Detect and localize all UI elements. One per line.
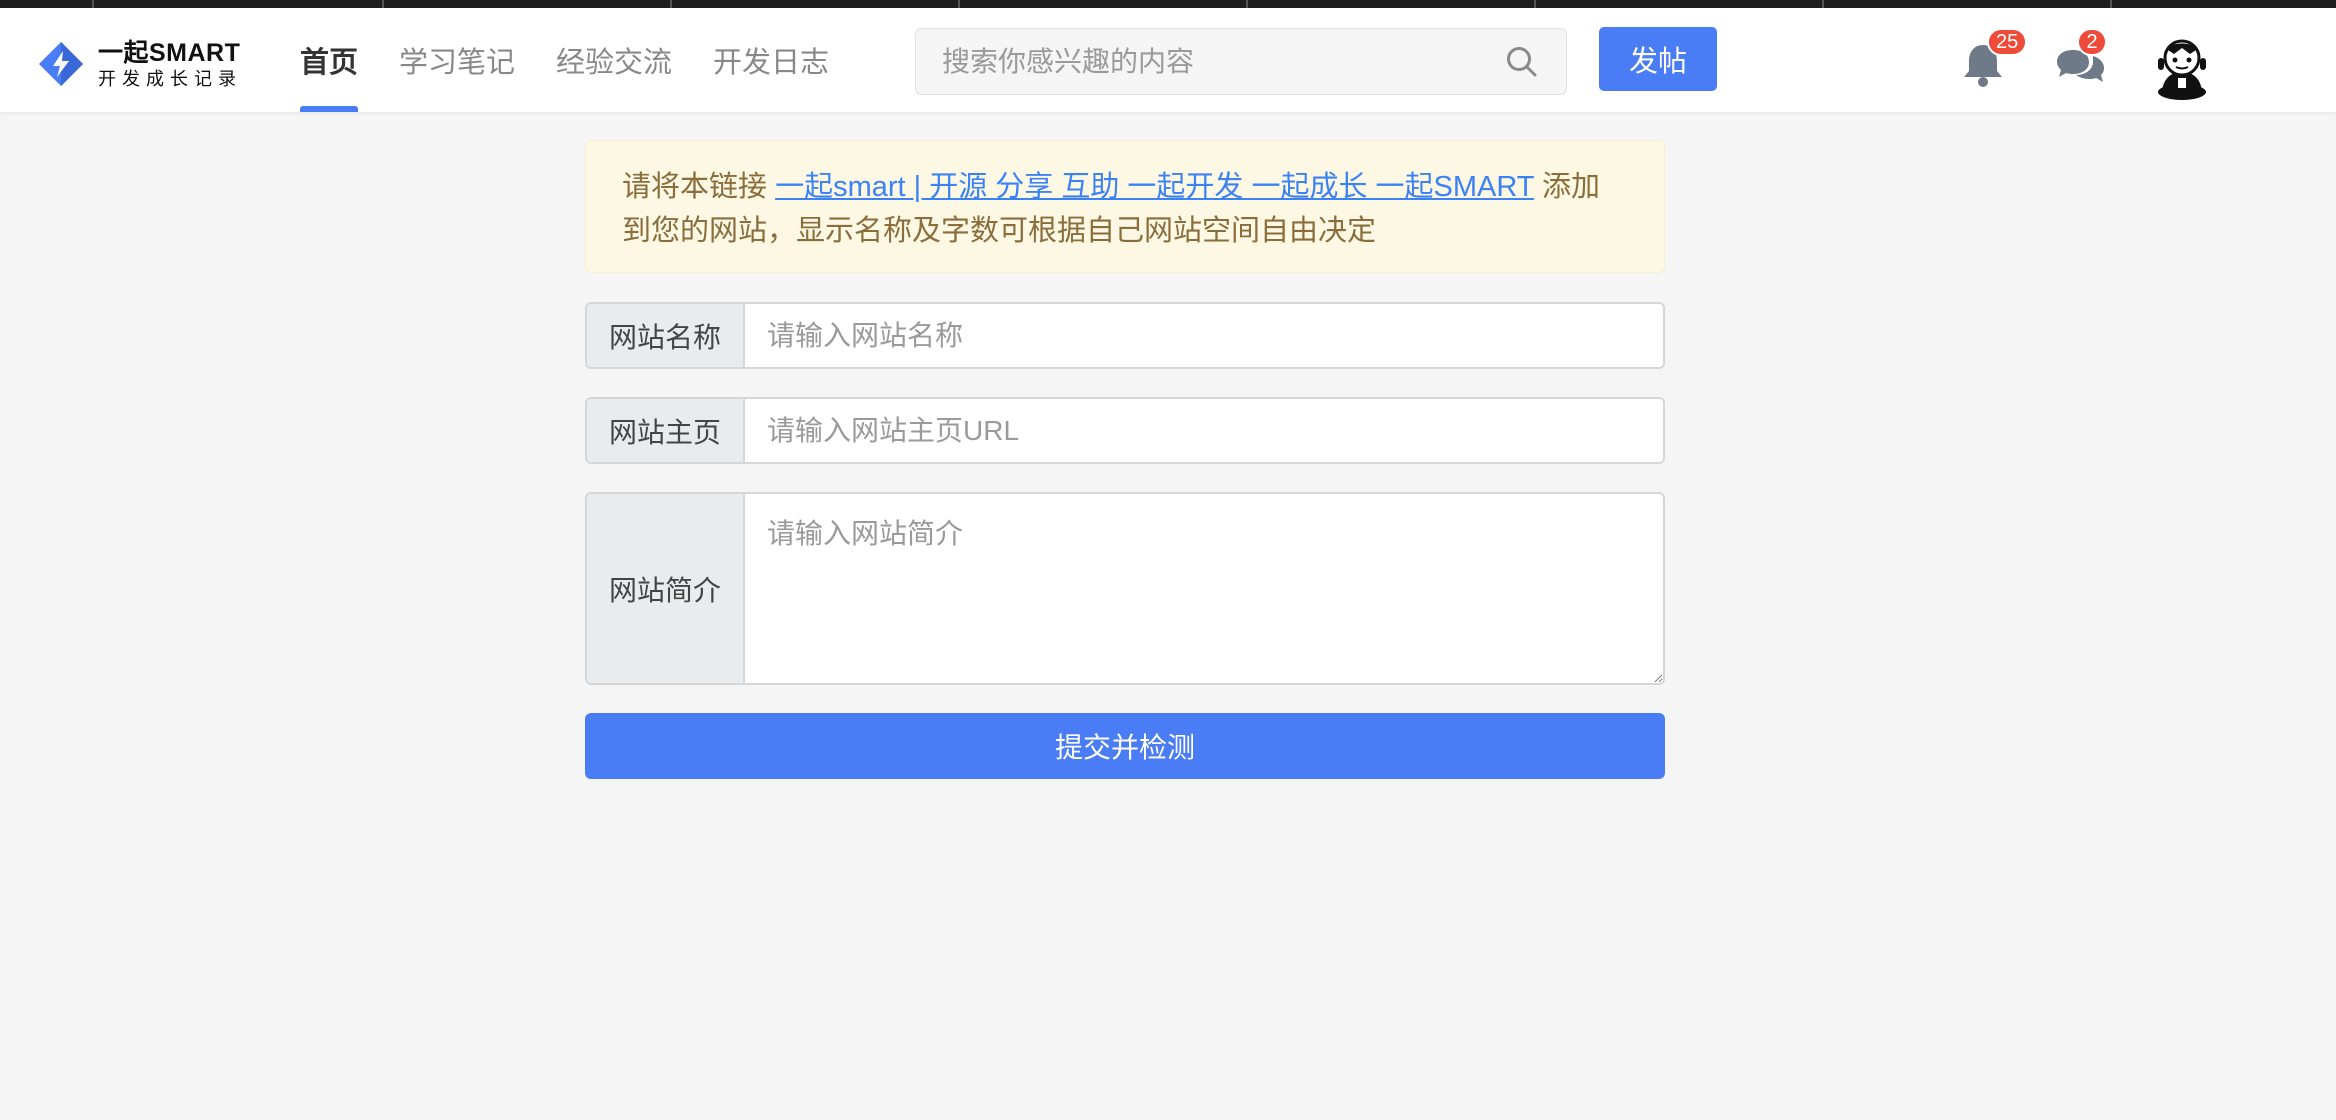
messages-button[interactable]: 2 xyxy=(2055,28,2107,90)
search-box xyxy=(915,28,1567,95)
notifications-button[interactable]: 25 xyxy=(1957,28,2028,90)
search-input[interactable] xyxy=(916,29,1504,94)
site-link[interactable]: 一起smart | 开源 分享 互助 一起开发 一起成长 一起SMART xyxy=(775,171,1534,203)
brand-subtitle: 开发成长记录 xyxy=(98,68,242,89)
brand-logo-icon xyxy=(39,42,83,86)
site-name-group: 网站名称 xyxy=(585,302,1665,369)
nav-item-home[interactable]: 首页 xyxy=(300,8,359,112)
site-name-label: 网站名称 xyxy=(587,304,745,367)
strip-divider xyxy=(2110,0,2112,8)
site-intro-label: 网站简介 xyxy=(587,494,745,683)
site-header: 一起SMART 开发成长记录 首页 学习笔记 经验交流 开发日志 发帖 25 2 xyxy=(0,8,2336,112)
site-home-label: 网站主页 xyxy=(587,399,745,462)
avatar[interactable] xyxy=(2150,32,2214,100)
strip-divider xyxy=(1534,0,1536,8)
strip-divider xyxy=(670,0,672,8)
strip-divider xyxy=(382,0,384,8)
top-strip xyxy=(0,0,2336,8)
nav-item-experience[interactable]: 经验交流 xyxy=(556,8,672,112)
notifications-badge: 25 xyxy=(1987,28,2028,56)
submit-check-button[interactable]: 提交并检测 xyxy=(585,713,1665,779)
site-home-group: 网站主页 xyxy=(585,397,1665,464)
link-notice: 请将本链接 一起smart | 开源 分享 互助 一起开发 一起成长 一起SMA… xyxy=(585,140,1665,273)
nav-item-study-notes[interactable]: 学习笔记 xyxy=(399,8,515,112)
user-avatar-icon xyxy=(2158,39,2206,100)
site-intro-textarea[interactable] xyxy=(745,494,1663,683)
strip-divider xyxy=(958,0,960,8)
notice-prefix: 请将本链接 xyxy=(622,171,776,203)
site-home-input[interactable] xyxy=(745,399,1663,462)
site-intro-group: 网站简介 xyxy=(585,492,1665,685)
nav-item-dev-log[interactable]: 开发日志 xyxy=(713,8,829,112)
site-logo[interactable]: 一起SMART 开发成长记录 xyxy=(36,38,242,90)
brand-title: 一起SMART xyxy=(98,38,241,67)
search-icon[interactable] xyxy=(1504,44,1540,80)
main-content: 请将本链接 一起smart | 开源 分享 互助 一起开发 一起成长 一起SMA… xyxy=(585,140,1665,779)
site-name-input[interactable] xyxy=(745,304,1663,367)
strip-divider xyxy=(92,0,94,8)
strip-divider xyxy=(1822,0,1824,8)
strip-divider xyxy=(1246,0,1248,8)
new-post-button[interactable]: 发帖 xyxy=(1599,27,1717,91)
messages-badge: 2 xyxy=(2077,28,2107,56)
main-nav: 首页 学习笔记 经验交流 开发日志 xyxy=(300,8,870,112)
